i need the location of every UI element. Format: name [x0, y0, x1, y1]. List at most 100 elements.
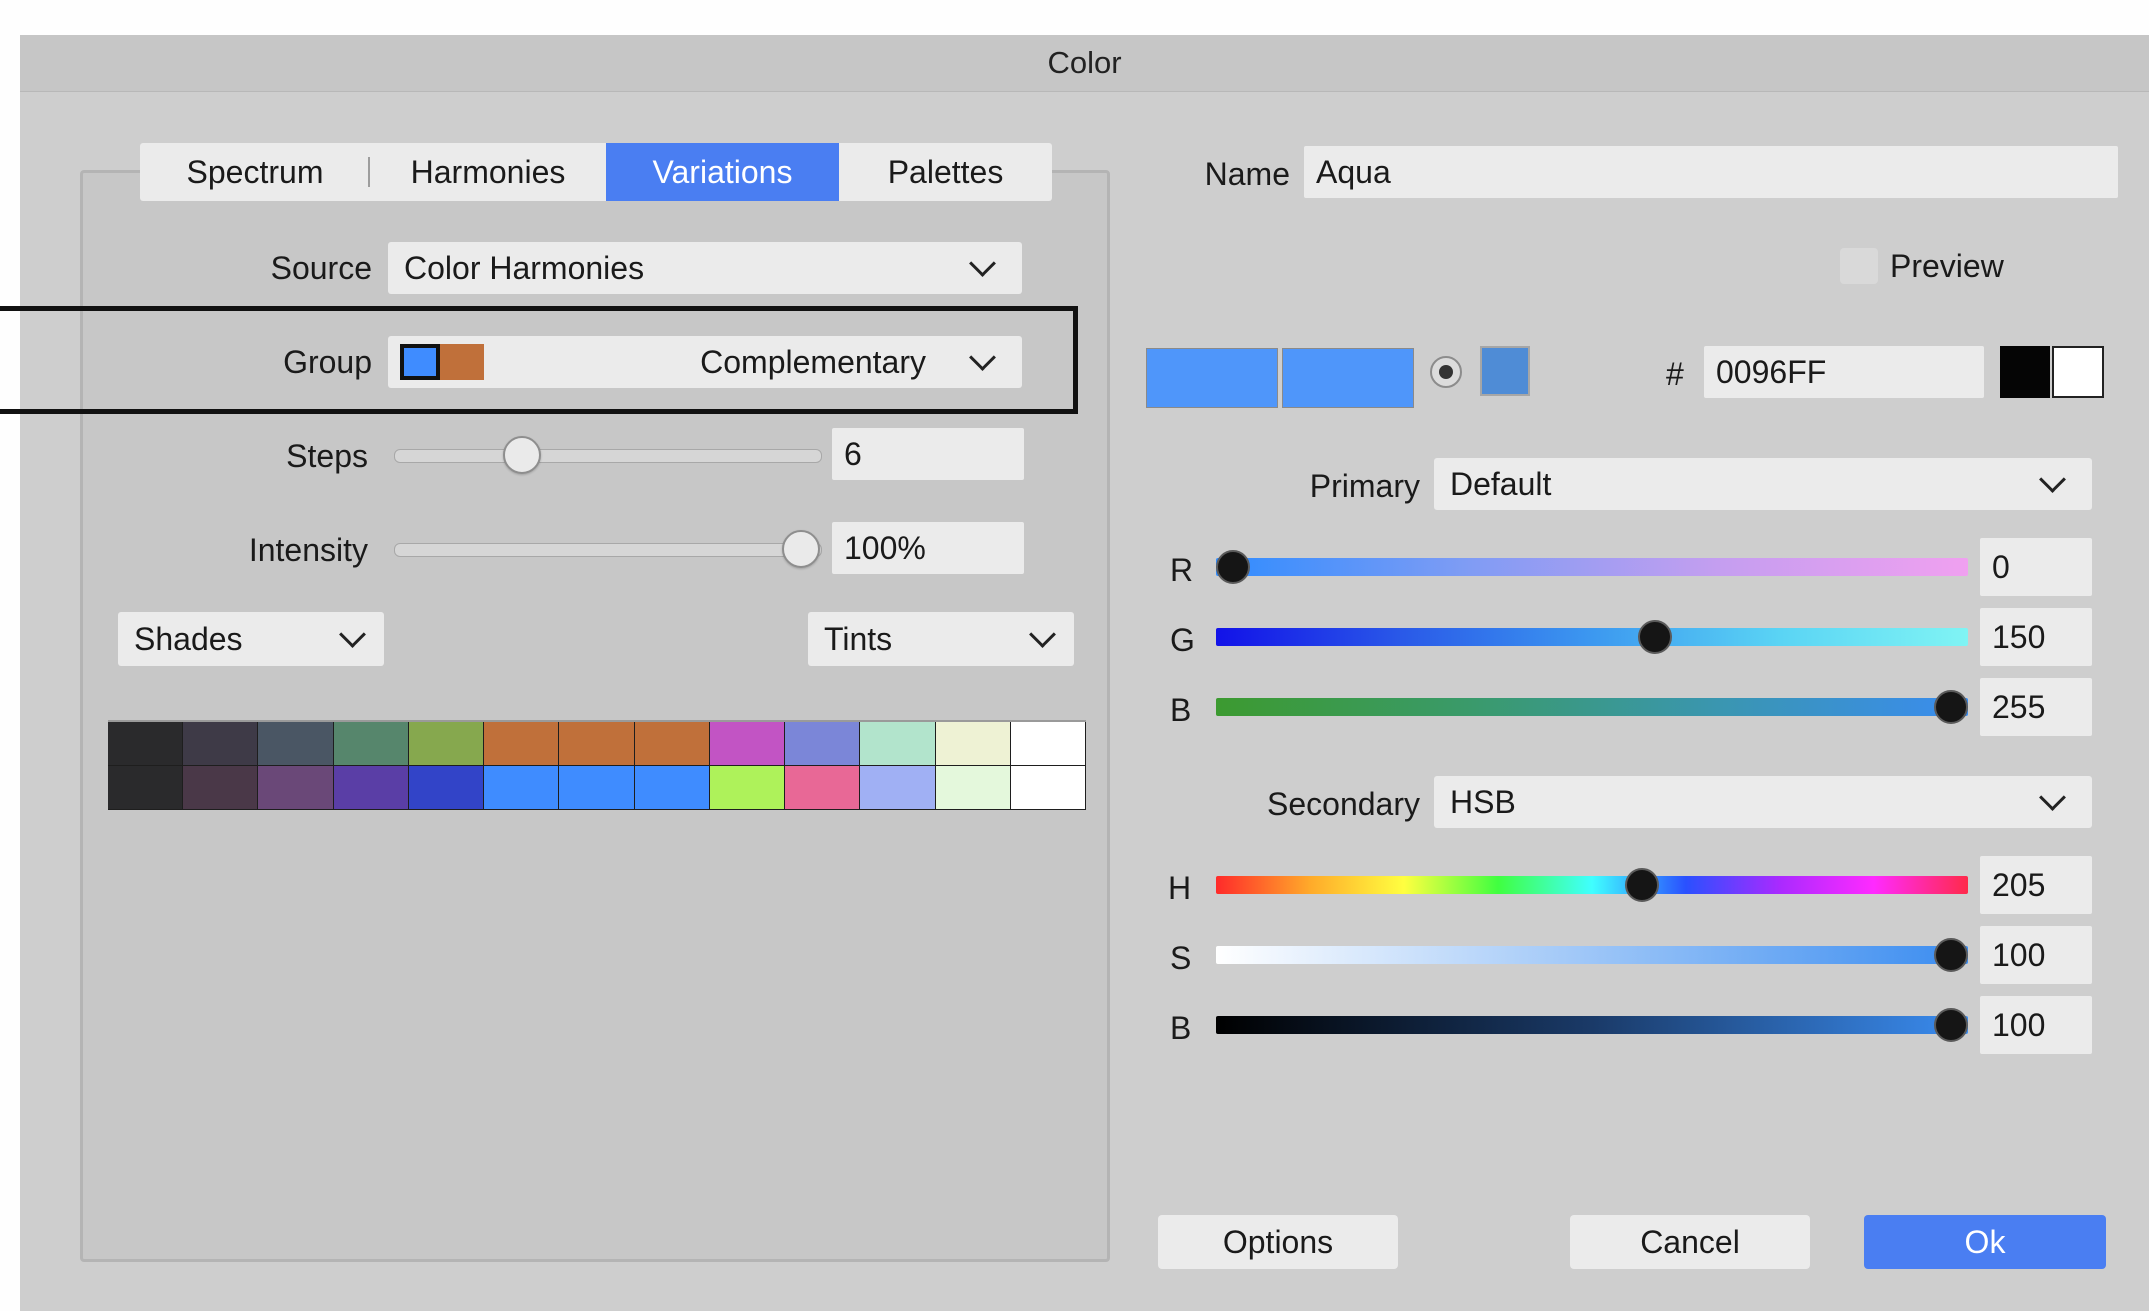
- hue-channel-knob[interactable]: [1624, 868, 1659, 902]
- steps-slider[interactable]: [394, 449, 822, 463]
- current-color-well[interactable]: [1146, 348, 1278, 408]
- variation-swatch[interactable]: [108, 722, 184, 766]
- tab-harmonies[interactable]: Harmonies: [370, 143, 606, 201]
- saturation-channel-field[interactable]: 100: [1980, 926, 2092, 984]
- intensity-field[interactable]: 100%: [832, 522, 1024, 574]
- variations-swatch-grid: [108, 720, 1086, 810]
- brightness-channel-knob[interactable]: [1934, 1008, 1968, 1042]
- variation-swatch[interactable]: [935, 766, 1011, 810]
- hue-channel-field[interactable]: 205: [1980, 856, 2092, 914]
- secondary-mode-dropdown[interactable]: HSB: [1434, 776, 2092, 828]
- tab-variations[interactable]: Variations: [606, 143, 839, 201]
- group-highlight-frame: [0, 306, 1078, 414]
- chevron-down-icon: [2039, 784, 2066, 811]
- shades-value: Shades: [134, 621, 243, 657]
- brightness-channel-slider[interactable]: [1216, 1016, 1968, 1034]
- variation-swatch[interactable]: [408, 722, 485, 766]
- variation-swatch[interactable]: [183, 766, 259, 810]
- variation-swatch[interactable]: [559, 766, 635, 810]
- name-field[interactable]: Aqua: [1304, 146, 2118, 198]
- variation-swatch[interactable]: [258, 722, 334, 766]
- variation-swatch[interactable]: [634, 722, 710, 766]
- title-bar: Color: [20, 35, 2149, 92]
- variation-swatch[interactable]: [484, 722, 560, 766]
- brightness-channel-field[interactable]: 100: [1980, 996, 2092, 1054]
- channel-h-label: H: [1168, 870, 1192, 906]
- variation-swatch[interactable]: [183, 722, 259, 766]
- primary-mode-dropdown[interactable]: Default: [1434, 458, 2092, 510]
- red-channel-field[interactable]: 0: [1980, 538, 2092, 596]
- green-channel-field[interactable]: 150: [1980, 608, 2092, 666]
- red-channel-slider[interactable]: [1216, 558, 1968, 576]
- variation-swatch[interactable]: [860, 722, 936, 766]
- variation-swatch[interactable]: [258, 766, 334, 810]
- variation-swatch[interactable]: [634, 766, 710, 810]
- tab-spectrum[interactable]: Spectrum: [140, 143, 370, 201]
- shades-dropdown[interactable]: Shades: [118, 612, 384, 666]
- variation-swatch[interactable]: [935, 722, 1011, 766]
- source-value: Color Harmonies: [404, 250, 645, 286]
- tab-harmonies-label: Harmonies: [410, 154, 566, 190]
- name-label: Name: [1204, 156, 1290, 192]
- steps-field[interactable]: 6: [832, 428, 1024, 480]
- steps-slider-knob[interactable]: [502, 436, 541, 474]
- preview-checkbox[interactable]: [1840, 248, 1878, 284]
- well-radio-button[interactable]: [1430, 356, 1462, 388]
- tab-palettes-label: Palettes: [887, 154, 1004, 190]
- window-title: Color: [1047, 45, 1122, 80]
- preview-label: Preview: [1890, 248, 2004, 284]
- variation-swatch[interactable]: [709, 766, 786, 810]
- variation-swatch[interactable]: [484, 766, 560, 810]
- source-label: Source: [270, 250, 372, 286]
- secondary-label: Secondary: [1267, 786, 1420, 822]
- tab-variations-label: Variations: [652, 154, 793, 190]
- channel-b-label: B: [1170, 692, 1192, 728]
- variation-swatch[interactable]: [785, 722, 861, 766]
- sampled-color-well[interactable]: [1480, 346, 1530, 396]
- variation-swatch[interactable]: [860, 766, 936, 810]
- tab-bar: Spectrum Harmonies Variations Palettes: [140, 143, 1052, 201]
- previous-color-well[interactable]: [1282, 348, 1414, 408]
- blue-channel-field[interactable]: 255: [1980, 678, 2092, 736]
- blue-channel-knob[interactable]: [1934, 690, 1968, 724]
- variation-swatch[interactable]: [408, 766, 485, 810]
- variation-swatch[interactable]: [1010, 722, 1086, 766]
- variation-swatch[interactable]: [785, 766, 861, 810]
- saturation-channel-knob[interactable]: [1934, 938, 1968, 972]
- chevron-down-icon: [969, 250, 996, 277]
- source-dropdown[interactable]: Color Harmonies: [388, 242, 1022, 294]
- chevron-down-icon: [2039, 466, 2066, 493]
- steps-label: Steps: [286, 438, 368, 474]
- chevron-down-icon: [1029, 621, 1056, 648]
- hex-label: #: [1666, 356, 1684, 392]
- channel-r-label: R: [1170, 552, 1194, 588]
- variation-swatch[interactable]: [1010, 766, 1086, 810]
- white-swatch[interactable]: [2052, 346, 2104, 398]
- tints-dropdown[interactable]: Tints: [808, 612, 1074, 666]
- variation-swatch[interactable]: [559, 722, 635, 766]
- radio-dot-icon: [1439, 365, 1453, 379]
- variation-swatch[interactable]: [709, 722, 786, 766]
- tab-palettes[interactable]: Palettes: [839, 143, 1052, 201]
- variation-swatch[interactable]: [108, 766, 184, 810]
- black-swatch[interactable]: [2000, 346, 2050, 398]
- secondary-mode-value: HSB: [1450, 784, 1516, 820]
- blue-channel-slider[interactable]: [1216, 698, 1968, 716]
- channel-s-label: S: [1170, 940, 1192, 976]
- ok-button[interactable]: Ok: [1864, 1215, 2106, 1269]
- options-button[interactable]: Options: [1158, 1215, 1398, 1269]
- intensity-slider[interactable]: [394, 543, 822, 557]
- hex-field[interactable]: 0096FF: [1704, 346, 1984, 398]
- green-channel-knob[interactable]: [1638, 620, 1673, 654]
- intensity-slider-knob[interactable]: [782, 530, 820, 568]
- hue-channel-slider[interactable]: [1216, 876, 1968, 894]
- primary-mode-value: Default: [1450, 466, 1552, 502]
- green-channel-slider[interactable]: [1216, 628, 1968, 646]
- variation-swatch[interactable]: [333, 722, 409, 766]
- cancel-button[interactable]: Cancel: [1570, 1215, 1810, 1269]
- channel-brightness-label: B: [1170, 1010, 1192, 1046]
- variation-swatch[interactable]: [333, 766, 409, 810]
- red-channel-knob[interactable]: [1216, 550, 1250, 584]
- saturation-channel-slider[interactable]: [1216, 946, 1968, 964]
- channel-g-label: G: [1170, 622, 1195, 658]
